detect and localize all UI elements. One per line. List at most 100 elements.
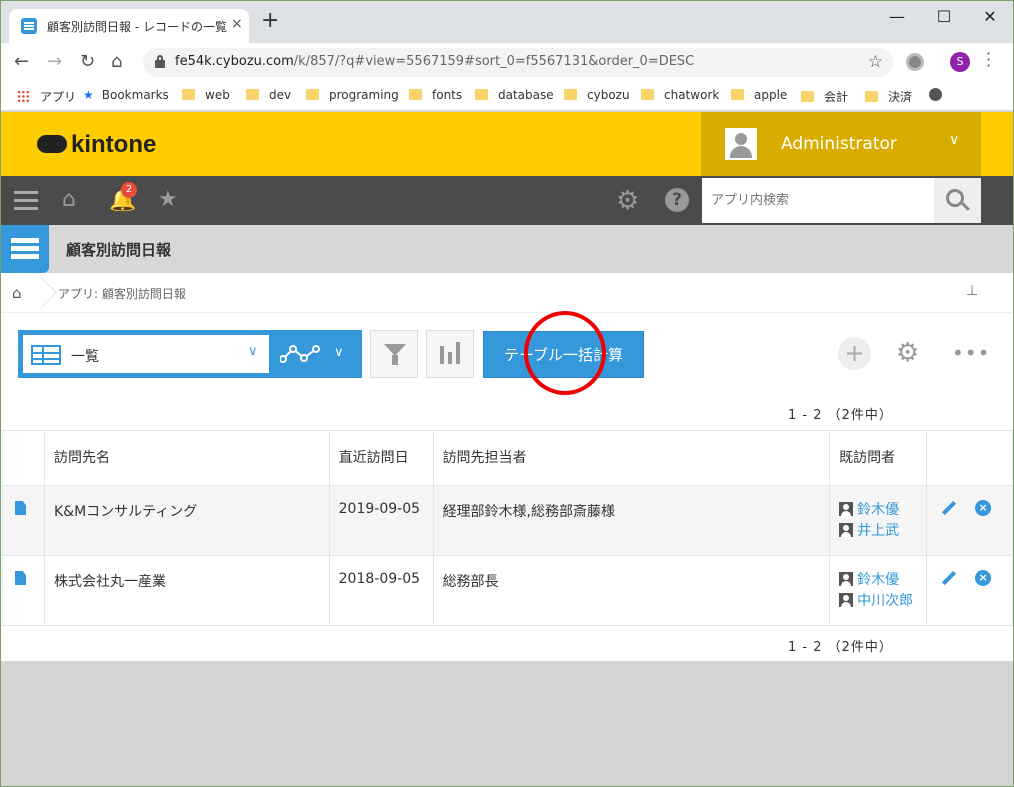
breadcrumb-app-link[interactable]: アプリ: 顧客別訪問日報 xyxy=(58,285,186,302)
forward-arrow-icon[interactable]: → xyxy=(47,51,62,72)
more-options-icon[interactable]: ••• xyxy=(952,341,990,365)
graph-icon[interactable] xyxy=(280,345,320,363)
breadcrumb-separator xyxy=(36,273,48,313)
view-name: 一覧 xyxy=(71,349,99,365)
folder-icon xyxy=(731,89,744,100)
user-avatar-icon xyxy=(725,128,757,160)
add-record-button[interactable]: + xyxy=(838,337,871,370)
delete-icon[interactable]: × xyxy=(975,570,992,586)
table-row: 株式会社丸一産業 2018-09-05 総務部長 鈴木優 中川次郎 × xyxy=(2,555,1013,626)
chevron-down-icon: ∨ xyxy=(949,132,960,148)
visitor-link[interactable]: 鈴木優 xyxy=(839,500,926,521)
visitor-link[interactable]: 中川次郎 xyxy=(839,591,926,612)
user-menu[interactable]: Administrator ∨ xyxy=(701,112,981,176)
bookmark-chatwork[interactable]: chatwork xyxy=(641,88,719,102)
table-header-visitors[interactable]: 既訪問者 xyxy=(829,430,928,486)
bookmark-cybozu[interactable]: cybozu xyxy=(564,88,630,102)
table-header-contact[interactable]: 訪問先担当者 xyxy=(432,430,831,486)
cell-date: 2018-09-05 xyxy=(328,555,434,626)
bookmark-fonts[interactable]: fonts xyxy=(409,88,462,102)
highlight-circle xyxy=(524,311,606,395)
record-list-content: 一覧 ∨ ∨ テーブル一括計算 + ⚙ ••• 1 - 2 （2件中） 訪問先名… xyxy=(1,311,1013,661)
breadcrumb: ⌂ アプリ: 顧客別訪問日報 ⊥ xyxy=(1,273,1013,313)
edit-pencil-icon[interactable] xyxy=(941,500,957,516)
edit-pencil-icon[interactable] xyxy=(941,570,957,586)
new-tab-button[interactable]: + xyxy=(261,10,279,32)
bookmark-database[interactable]: database xyxy=(475,88,554,102)
bookmark-bookmarks[interactable]: ★ Bookmarks xyxy=(83,88,169,102)
star-icon: ★ xyxy=(83,88,94,102)
folder-icon xyxy=(641,89,654,100)
maximize-button[interactable]: ☐ xyxy=(921,7,967,26)
cell-actions: × xyxy=(926,555,1013,626)
delete-icon[interactable]: × xyxy=(975,500,992,516)
app-settings-gear-icon[interactable]: ⚙ xyxy=(896,339,919,367)
minimize-button[interactable]: — xyxy=(874,7,920,26)
pager-top: 1 - 2 （2件中） xyxy=(788,408,893,423)
kintone-header: kintone Administrator ∨ xyxy=(1,112,1013,176)
bookmark-dev[interactable]: dev xyxy=(246,88,291,102)
bookmark-payment[interactable]: 決済 xyxy=(865,88,912,105)
search-button[interactable] xyxy=(934,178,981,223)
user-name: Administrator xyxy=(781,134,897,154)
folder-icon xyxy=(182,89,195,100)
favorites-star-icon[interactable]: ★ xyxy=(158,187,178,212)
browser-menu-icon[interactable]: · · · xyxy=(986,46,991,74)
graph-button[interactable] xyxy=(426,330,474,378)
back-arrow-icon[interactable]: ← xyxy=(14,51,29,72)
filter-button[interactable] xyxy=(370,330,418,378)
tab-close-icon[interactable]: × xyxy=(231,16,243,32)
bookmark-apps[interactable]: アプリ xyxy=(17,88,76,105)
app-search-box xyxy=(702,178,934,223)
browser-window: 顧客別訪問日報 - レコードの一覧 × + — ☐ ✕ ← → ↻ ⌂ fe54… xyxy=(0,0,1014,787)
browser-toolbar: ← → ↻ ⌂ fe54k.cybozu.com/k/857/?q#view=5… xyxy=(1,43,1013,81)
bookmark-programing[interactable]: programing xyxy=(306,88,399,102)
help-icon[interactable]: ? xyxy=(665,188,689,212)
table-header-name[interactable]: 訪問先名 xyxy=(43,430,330,486)
table-header-date[interactable]: 直近訪問日 xyxy=(328,430,434,486)
cloud-logo-icon xyxy=(37,135,67,153)
visitor-link[interactable]: 井上武 xyxy=(839,521,926,542)
kintone-logo[interactable]: kintone xyxy=(37,131,156,159)
visitor-link[interactable]: 鈴木優 xyxy=(839,570,926,591)
table-header-row: 訪問先名 直近訪問日 訪問先担当者 既訪問者 xyxy=(2,430,1013,486)
address-bar[interactable]: fe54k.cybozu.com/k/857/?q#view=5567159#s… xyxy=(143,48,893,77)
document-icon[interactable] xyxy=(15,571,26,585)
home-icon[interactable]: ⌂ xyxy=(111,51,122,72)
bookmark-star-icon[interactable]: ☆ xyxy=(868,52,883,72)
user-icon xyxy=(839,502,854,516)
browser-tab[interactable]: 顧客別訪問日報 - レコードの一覧 × xyxy=(9,9,249,43)
bookmark-apple[interactable]: apple xyxy=(731,88,787,102)
bookmark-accounting[interactable]: 会計 xyxy=(801,88,848,105)
folder-icon xyxy=(865,91,878,102)
record-detail-cell xyxy=(2,485,45,556)
profile-avatar[interactable]: S xyxy=(950,52,970,72)
user-icon xyxy=(839,572,854,586)
cell-contact: 経理部鈴木様,総務部斎藤様 xyxy=(432,485,831,556)
cell-date: 2019-09-05 xyxy=(328,485,434,556)
lock-icon xyxy=(155,55,165,68)
document-icon[interactable] xyxy=(15,501,26,515)
table-header-icon xyxy=(2,430,45,486)
extension-icon[interactable] xyxy=(906,53,924,71)
bookmark-web[interactable]: web xyxy=(182,88,230,102)
folder-icon xyxy=(475,89,488,100)
portal-home-icon[interactable]: ⌂ xyxy=(62,187,76,212)
breadcrumb-home-icon[interactable]: ⌂ xyxy=(12,284,22,302)
reload-icon[interactable]: ↻ xyxy=(80,51,95,72)
bookmark-globe[interactable] xyxy=(929,88,942,104)
cell-visitors: 鈴木優 中川次郎 xyxy=(829,555,928,626)
chevron-down-icon: ∨ xyxy=(248,344,258,359)
settings-gear-icon[interactable]: ⚙ xyxy=(616,186,639,216)
close-window-button[interactable]: ✕ xyxy=(967,7,1013,26)
pin-icon[interactable]: ⊥ xyxy=(966,283,978,299)
app-search-input[interactable] xyxy=(702,178,922,223)
table-row: K&Mコンサルティング 2019-09-05 経理部鈴木様,総務部斎藤様 鈴木優… xyxy=(2,485,1013,556)
view-selector: 一覧 ∨ ∨ xyxy=(18,330,362,378)
hamburger-menu-icon[interactable] xyxy=(14,191,38,211)
kintone-nav: ⌂ 🔔 2 ★ ⚙ ? xyxy=(1,176,1013,225)
user-icon xyxy=(839,523,854,537)
user-icon xyxy=(839,593,854,607)
graph-chevron-down-icon[interactable]: ∨ xyxy=(334,345,344,360)
view-dropdown[interactable]: 一覧 ∨ xyxy=(23,335,269,373)
